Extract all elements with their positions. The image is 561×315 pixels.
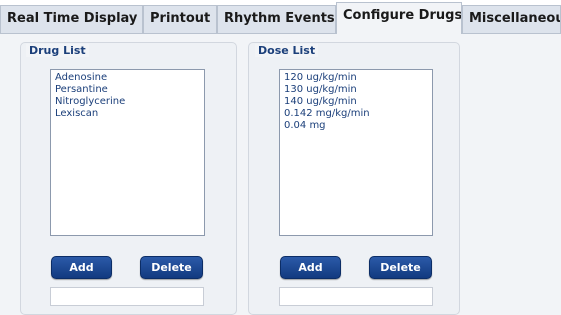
- list-item[interactable]: 140 ug/kg/min: [284, 96, 428, 108]
- tab-printout[interactable]: Printout: [143, 5, 217, 33]
- add-dose-button[interactable]: Add: [280, 256, 341, 279]
- tab-configure-drugs[interactable]: Configure Drugs: [336, 2, 462, 34]
- tab-miscellaneous[interactable]: Miscellaneous: [462, 5, 561, 33]
- add-drug-button[interactable]: Add: [51, 256, 112, 279]
- tab-rhythm-events[interactable]: Rhythm Events: [217, 5, 336, 33]
- list-item[interactable]: 0.04 mg: [284, 120, 428, 132]
- drug-listbox[interactable]: Adenosine Persantine Nitroglycerine Lexi…: [50, 69, 205, 236]
- dose-value-input[interactable]: [279, 287, 433, 306]
- list-item[interactable]: Lexiscan: [55, 108, 200, 120]
- dose-listbox[interactable]: 120 ug/kg/min 130 ug/kg/min 140 ug/kg/mi…: [279, 69, 433, 236]
- list-item[interactable]: 0.142 mg/kg/min: [284, 108, 428, 120]
- tab-bar: Real Time Display Printout Rhythm Events…: [0, 0, 561, 34]
- list-item[interactable]: Persantine: [55, 84, 200, 96]
- list-item[interactable]: 120 ug/kg/min: [284, 72, 428, 84]
- drug-name-input[interactable]: [50, 287, 204, 306]
- tab-real-time-display[interactable]: Real Time Display: [0, 5, 143, 33]
- dose-list-title: Dose List: [255, 44, 319, 57]
- drug-list-title: Drug List: [26, 44, 89, 57]
- list-item[interactable]: Adenosine: [55, 72, 200, 84]
- delete-drug-button[interactable]: Delete: [140, 256, 203, 279]
- list-item[interactable]: Nitroglycerine: [55, 96, 200, 108]
- delete-dose-button[interactable]: Delete: [369, 256, 432, 279]
- list-item[interactable]: 130 ug/kg/min: [284, 84, 428, 96]
